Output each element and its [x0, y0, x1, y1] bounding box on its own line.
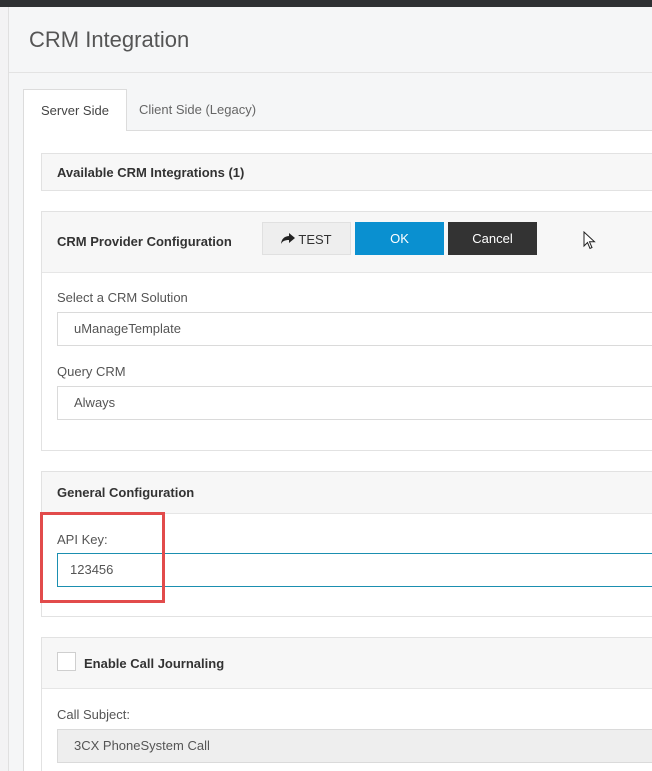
available-integrations-panel[interactable]: Available CRM Integrations (1) — [41, 153, 652, 191]
crm-solution-label: Select a CRM Solution — [57, 290, 188, 305]
crm-provider-panel: CRM Provider Configuration TEST OK Cance… — [41, 211, 652, 451]
crm-provider-title: CRM Provider Configuration — [57, 234, 232, 249]
call-subject-label: Call Subject: — [57, 707, 130, 722]
call-subject-input[interactable]: 3CX PhoneSystem Call — [57, 729, 652, 763]
test-button[interactable]: TEST — [262, 222, 351, 255]
available-integrations-header[interactable]: Available CRM Integrations (1) — [42, 154, 652, 190]
ok-button[interactable]: OK — [355, 222, 444, 255]
test-button-label: TEST — [298, 232, 332, 247]
share-arrow-icon — [281, 233, 296, 244]
query-crm-label: Query CRM — [57, 364, 126, 379]
crm-provider-header: CRM Provider Configuration TEST OK Cance… — [42, 212, 652, 273]
page-title: CRM Integration — [29, 27, 190, 52]
crm-solution-select[interactable]: uManageTemplate — [57, 312, 652, 346]
top-bar — [0, 0, 652, 7]
general-configuration-panel: General Configuration API Key: 123456 — [41, 471, 652, 617]
tab-server-side[interactable]: Server Side — [23, 89, 127, 132]
general-configuration-title: General Configuration — [57, 485, 195, 500]
page: CRM Integration Server Side Client Side … — [8, 7, 652, 771]
page-header: CRM Integration — [9, 7, 652, 73]
content: Server Side Client Side (Legacy) Availab… — [23, 89, 652, 771]
tab-client-side-legacy[interactable]: Client Side (Legacy) — [122, 89, 273, 131]
tab-bar: Server Side Client Side (Legacy) — [23, 89, 652, 132]
available-integrations-title: Available CRM Integrations (1) — [57, 165, 245, 180]
mouse-pointer-icon — [583, 231, 596, 250]
api-key-label: API Key: — [57, 532, 108, 547]
general-configuration-header: General Configuration — [42, 472, 652, 514]
call-journaling-header: Enable Call Journaling — [42, 638, 652, 689]
enable-call-journaling-checkbox[interactable] — [57, 652, 76, 671]
cancel-button[interactable]: Cancel — [448, 222, 537, 255]
tab-panel-server-side: Available CRM Integrations (1) CRM Provi… — [23, 131, 652, 771]
api-key-input[interactable]: 123456 — [57, 553, 652, 587]
enable-call-journaling-label[interactable]: Enable Call Journaling — [84, 656, 224, 671]
query-crm-select[interactable]: Always — [57, 386, 652, 420]
call-journaling-panel: Enable Call Journaling Call Subject: 3CX… — [41, 637, 652, 771]
